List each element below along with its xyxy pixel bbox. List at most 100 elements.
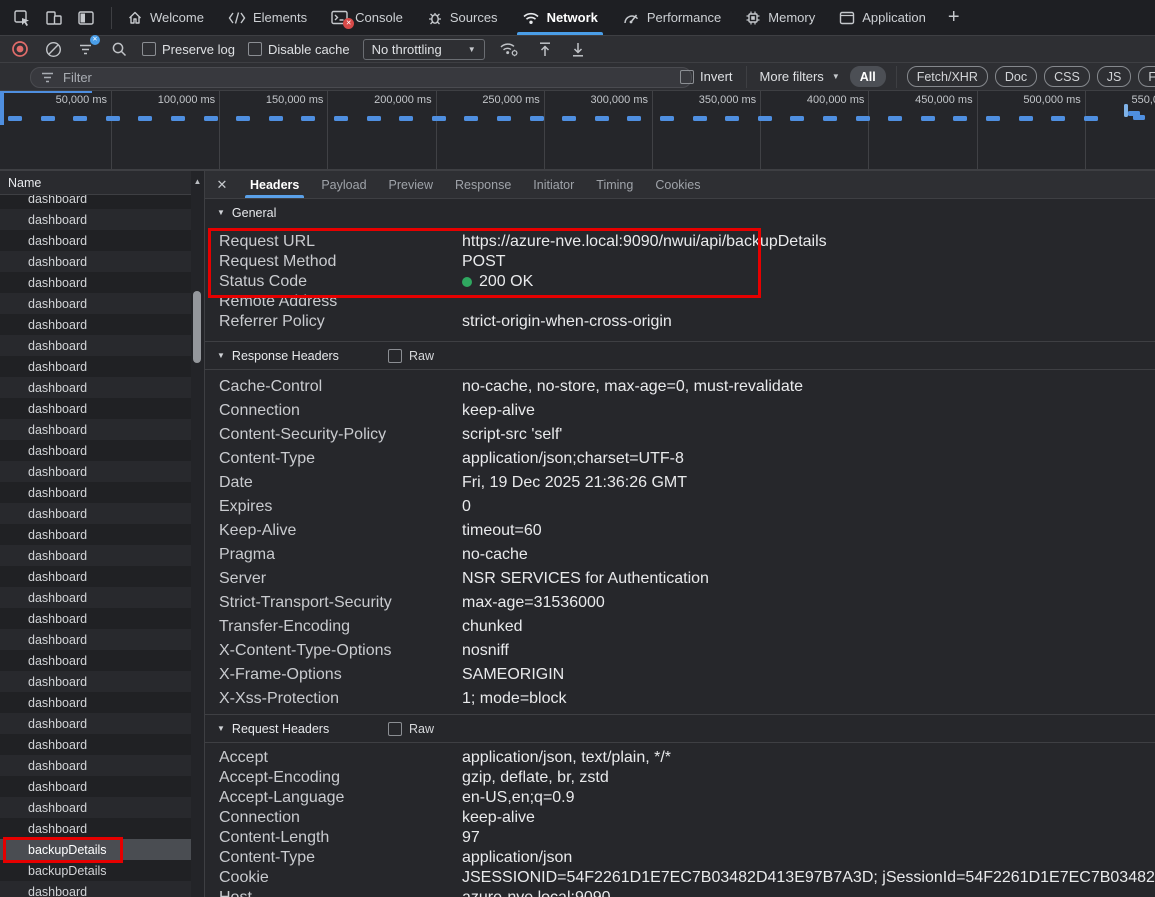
inspect-icon[interactable] [10,6,34,30]
request-row-dashboard[interactable]: dashboard [0,734,191,755]
tab-memory[interactable]: Memory [733,0,827,35]
request-row-dashboard[interactable]: dashboard [0,881,191,897]
request-row-dashboard[interactable]: dashboard [0,251,191,272]
import-har-icon[interactable] [535,39,555,59]
details-tab-initiator[interactable]: Initiator [522,171,585,198]
export-har-icon[interactable] [568,39,588,59]
header-key: X-Content-Type-Options [205,642,462,660]
request-row-dashboard[interactable]: dashboard [0,566,191,587]
request-row-dashboard[interactable]: dashboard [0,692,191,713]
request-row-dashboard[interactable]: dashboard [0,650,191,671]
scroll-up-icon[interactable]: ▲ [191,177,204,186]
tab-sources[interactable]: Sources [415,0,510,35]
details-tab-cookies[interactable]: Cookies [644,171,711,198]
request-row-dashboard[interactable]: dashboard [0,482,191,503]
request-row-dashboard[interactable]: dashboard [0,293,191,314]
request-row-dashboard[interactable]: dashboard [0,755,191,776]
header-value: nosniff [462,642,509,660]
disable-cache-box[interactable] [248,42,262,56]
tab-elements[interactable]: Elements [216,0,319,35]
disclosure-triangle-icon[interactable]: ▼ [217,351,225,360]
list-scrollbar[interactable]: ▲ [191,171,204,897]
request-headers-raw-box[interactable] [388,722,402,736]
request-row-dashboard[interactable]: dashboard [0,398,191,419]
header-row-transfer-encoding: Transfer-Encodingchunked [205,615,1155,639]
preserve-log-box[interactable] [142,42,156,56]
general-section-header[interactable]: ▼General [205,199,1155,226]
throttling-dropdown[interactable]: No throttling ▼ [363,39,485,60]
device-toolbar-icon[interactable] [42,6,66,30]
filter-pill-all[interactable]: All [850,66,886,87]
request-row-dashboard[interactable]: dashboard [0,419,191,440]
request-row-dashboard[interactable]: dashboard [0,356,191,377]
request-row-dashboard[interactable]: dashboard [0,671,191,692]
tab-welcome[interactable]: Welcome [115,0,216,35]
response-headers-raw-box[interactable] [388,349,402,363]
request-row-dashboard[interactable]: dashboard [0,314,191,335]
request-row-dashboard[interactable]: dashboard [0,797,191,818]
request-row-dashboard[interactable]: dashboard [0,461,191,482]
filter-bar-right: Invert More filters ▼ All Fetch/XHR Doc CSS… [680,63,1155,90]
request-row-dashboard[interactable]: dashboard [0,713,191,734]
tab-application[interactable]: Application [827,0,938,35]
response-headers-raw-checkbox[interactable]: Raw [388,349,434,363]
disclosure-triangle-icon[interactable]: ▼ [217,724,225,733]
request-row-dashboard[interactable]: dashboard [0,629,191,650]
filter-toggle-icon[interactable]: ✕ [76,39,96,59]
details-tab-timing[interactable]: Timing [585,171,644,198]
tab-performance[interactable]: Performance [610,0,733,35]
request-row-dashboard[interactable]: dashboard [0,503,191,524]
timeline-overview[interactable]: 50,000 ms100,000 ms150,000 ms200,000 ms2… [0,91,1155,171]
details-tab-preview[interactable]: Preview [378,171,444,198]
filter-pill-font[interactable]: Font [1138,66,1155,87]
scrollbar-thumb[interactable] [193,291,201,363]
close-icon[interactable]: ✕ [205,177,239,193]
request-name: dashboard [28,570,87,584]
tab-network[interactable]: Network [510,0,610,35]
response-headers-section-header[interactable]: ▼Response HeadersRaw [205,341,1155,370]
more-tabs-button[interactable]: + [938,6,970,29]
timeline-tick-label: 400,000 ms [754,94,864,106]
filter-pill-js[interactable]: JS [1097,66,1132,87]
search-icon[interactable] [109,39,129,59]
header-key: Strict-Transport-Security [205,594,462,612]
request-row-dashboard[interactable]: dashboard [0,524,191,545]
disclosure-triangle-icon[interactable]: ▼ [217,208,225,217]
request-row-dashboard[interactable]: dashboard [0,335,191,356]
request-headers-section-header[interactable]: ▼Request HeadersRaw [205,714,1155,743]
filter-input[interactable]: Filter [30,67,692,88]
clear-icon[interactable] [43,39,63,59]
request-marker [823,116,837,121]
request-row-dashboard[interactable]: dashboard [0,440,191,461]
invert-checkbox[interactable]: Invert [680,69,733,84]
request-row-dashboard[interactable]: dashboard [0,608,191,629]
details-tab-payload[interactable]: Payload [310,171,377,198]
request-row-backupdetails[interactable]: backupDetails [0,860,191,881]
request-row-dashboard[interactable]: dashboard [0,545,191,566]
tab-console[interactable]: ✕Console [319,0,415,35]
filter-pill-doc[interactable]: Doc [995,66,1037,87]
name-column-header[interactable]: Name [0,171,204,195]
request-row-dashboard[interactable]: dashboard [0,776,191,797]
dock-side-icon[interactable] [74,6,98,30]
request-headers-raw-checkbox[interactable]: Raw [388,722,434,736]
filter-pill-css[interactable]: CSS [1044,66,1090,87]
request-row-dashboard[interactable]: dashboard [0,818,191,839]
preserve-log-checkbox[interactable]: Preserve log [142,42,235,57]
header-value: Fri, 19 Dec 2025 21:36:26 GMT [462,474,687,492]
details-tab-headers[interactable]: Headers [239,171,310,198]
request-row-dashboard[interactable]: dashboard [0,230,191,251]
request-row-dashboard[interactable]: dashboard [0,377,191,398]
request-row-dashboard[interactable]: dashboard [0,587,191,608]
main-tab-strip: WelcomeElements✕ConsoleSourcesNetworkPer… [115,0,938,35]
more-filters-dropdown[interactable]: More filters ▼ [760,69,840,84]
record-icon[interactable] [10,39,30,59]
request-row-dashboard[interactable]: dashboard [0,209,191,230]
network-conditions-icon[interactable] [498,39,522,59]
invert-box[interactable] [680,70,694,84]
filter-pill-fetch-xhr[interactable]: Fetch/XHR [907,66,988,87]
request-row-backupdetails[interactable]: backupDetails [0,839,191,860]
request-row-dashboard[interactable]: dashboard [0,272,191,293]
disable-cache-checkbox[interactable]: Disable cache [248,42,350,57]
details-tab-response[interactable]: Response [444,171,522,198]
